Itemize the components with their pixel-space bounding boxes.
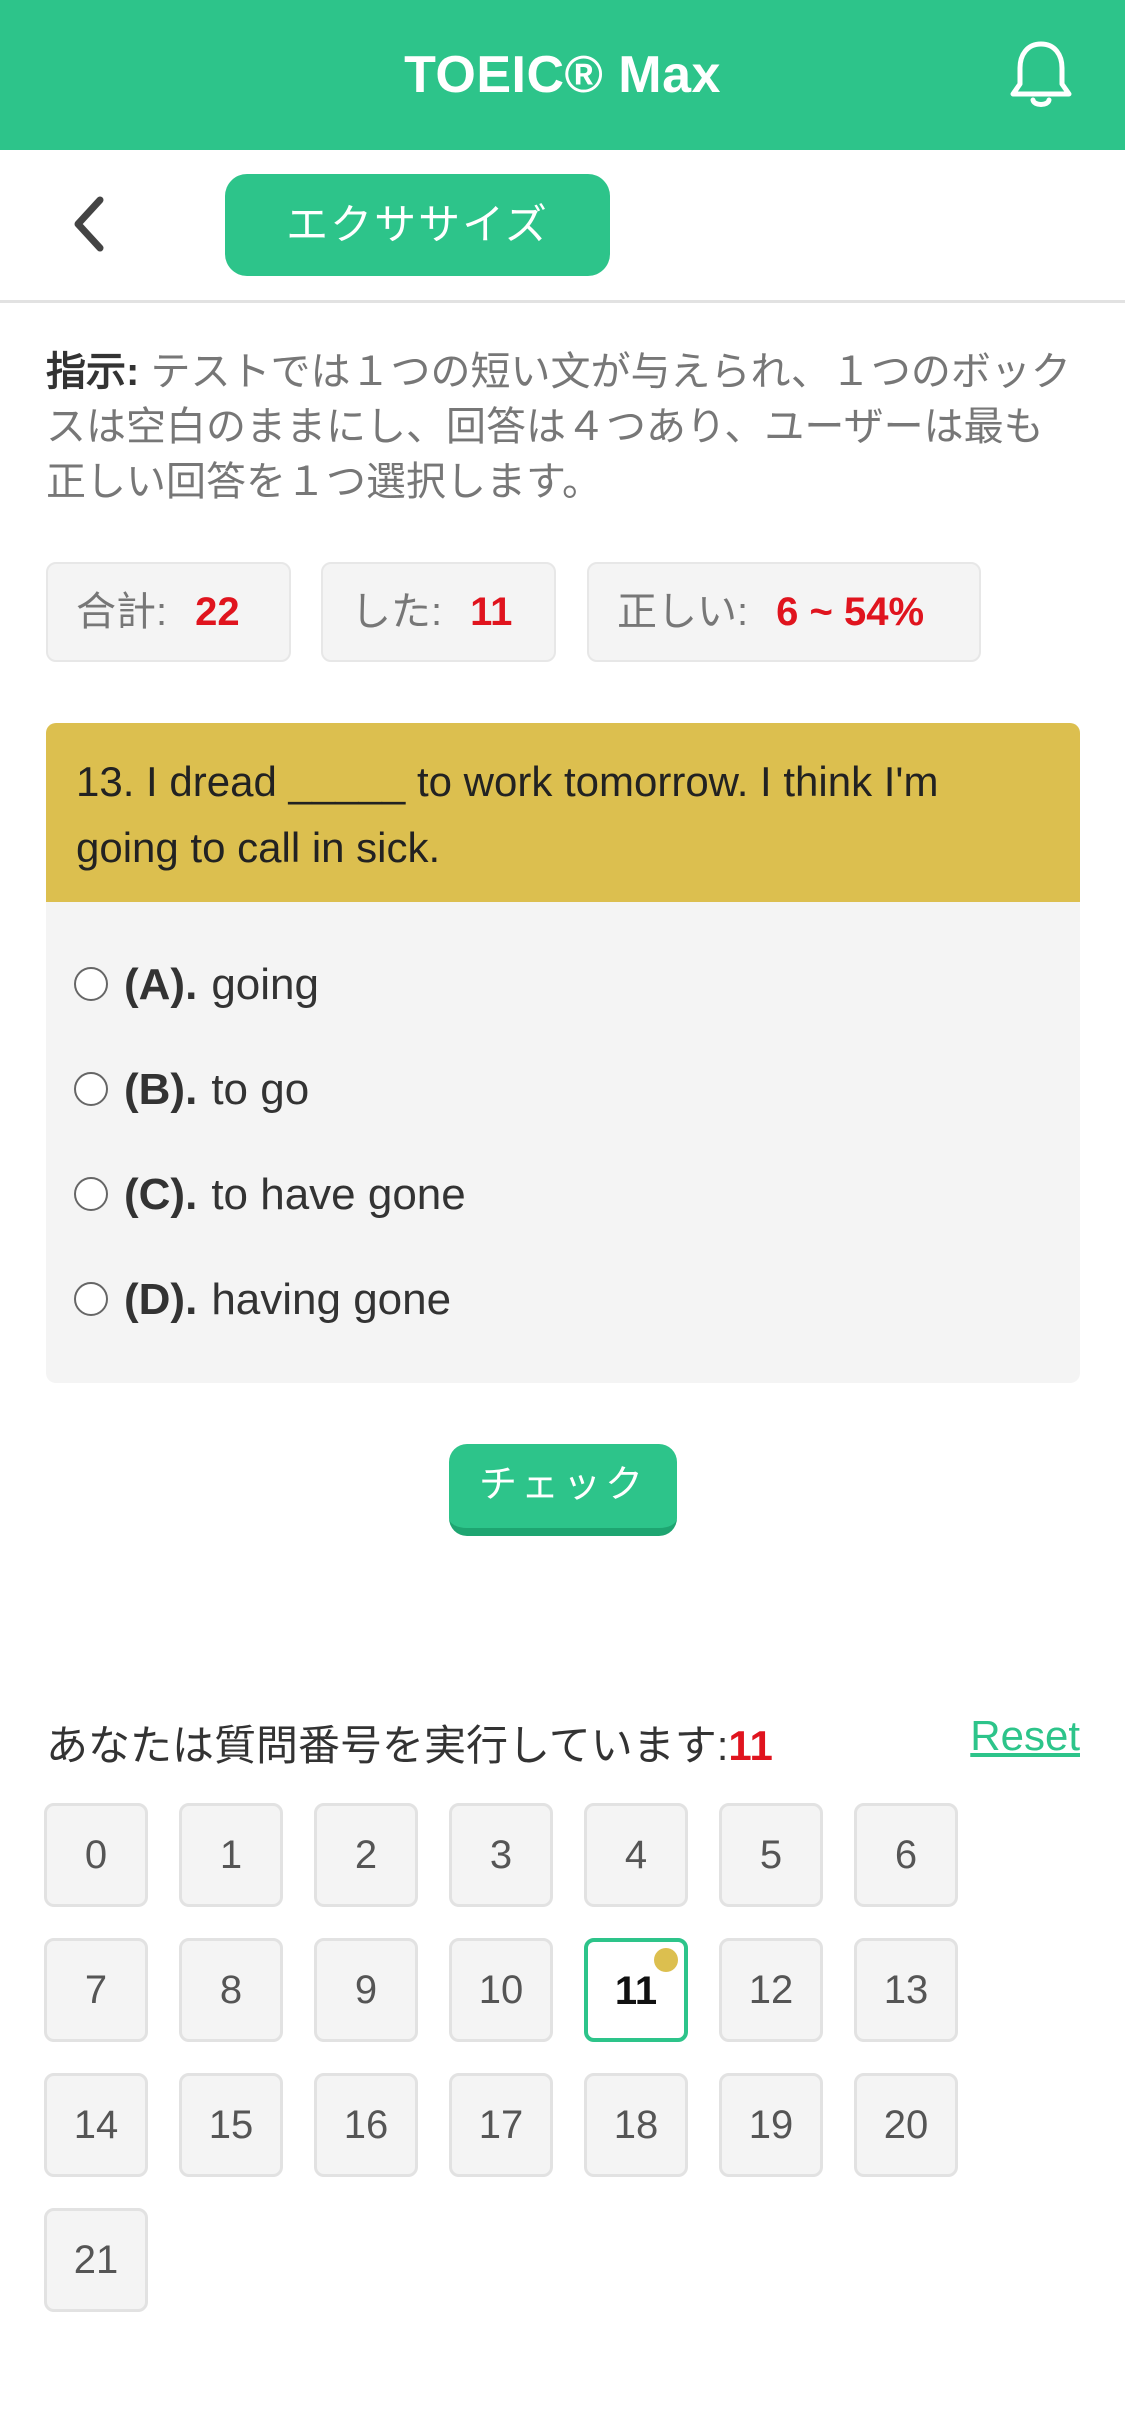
- progress-current: 11: [728, 1722, 773, 1769]
- tab-exercise[interactable]: エクササイズ: [225, 174, 610, 276]
- option-b[interactable]: (B). to go: [74, 1055, 309, 1125]
- sub-navigation: エクササイズ: [0, 150, 1125, 303]
- question-number-button[interactable]: 3: [449, 1803, 553, 1907]
- radio-button[interactable]: [74, 1282, 108, 1317]
- question-number-label: 10: [478, 1968, 524, 2012]
- question-number-button[interactable]: 19: [719, 2073, 823, 2177]
- question-number-button[interactable]: 10: [449, 1938, 553, 2042]
- option-letter: (D).: [124, 1275, 198, 1324]
- question-number-button[interactable]: 0: [44, 1803, 148, 1907]
- question-number-button[interactable]: 20: [854, 2073, 958, 2177]
- question-number-button[interactable]: 1: [179, 1803, 283, 1907]
- question-number-label: 7: [84, 1968, 108, 2012]
- question-number-label: 16: [343, 2103, 389, 2147]
- question-number-label: 13: [883, 1968, 929, 2012]
- option-c[interactable]: (C). to have gone: [74, 1160, 466, 1230]
- option-text: to go: [211, 1065, 310, 1114]
- question-number-button[interactable]: 14: [44, 2073, 148, 2177]
- question-number-label: 21: [73, 2238, 119, 2282]
- radio-button[interactable]: [74, 1072, 108, 1107]
- radio-button[interactable]: [74, 1177, 108, 1212]
- stat-total-label: 合計:: [76, 590, 168, 634]
- stat-correct-value: 6 ~ 54%: [776, 590, 925, 634]
- instructions-label: 指示:: [46, 350, 140, 394]
- option-letter: (A).: [124, 960, 198, 1009]
- question-number-label: 2: [354, 1833, 378, 1877]
- question-number-button[interactable]: 15: [179, 2073, 283, 2177]
- stat-total: 合計: 22: [46, 562, 291, 662]
- question-text: 13. I dread _____ to work tomorrow. I th…: [46, 723, 1080, 902]
- question-number-label: 11: [614, 1969, 658, 2013]
- progress-indicator: あなたは質問番号を実行しています:11: [46, 1712, 773, 1773]
- question-number-button[interactable]: 17: [449, 2073, 553, 2177]
- instructions-text: テストでは１つの短い文が与えられ、１つのボックスは空白のままにし、回答は４つあり…: [46, 350, 1071, 504]
- option-text: to have gone: [211, 1170, 466, 1219]
- question-number-label: 19: [748, 2103, 794, 2147]
- stat-done: した: 11: [321, 562, 556, 662]
- question-number-button[interactable]: 8: [179, 1938, 283, 2042]
- option-text: having gone: [211, 1275, 452, 1324]
- question-number-label: 18: [613, 2103, 659, 2147]
- question-number-button[interactable]: 7: [44, 1938, 148, 2042]
- question-number-button[interactable]: 12: [719, 1938, 823, 2042]
- question-number-button[interactable]: 6: [854, 1803, 958, 1907]
- question-number-label: 0: [84, 1833, 108, 1877]
- question-number-label: 20: [883, 2103, 929, 2147]
- radio-button[interactable]: [74, 967, 108, 1002]
- question-number-label: 17: [478, 2103, 524, 2147]
- question-number-button[interactable]: 18: [584, 2073, 688, 2177]
- question-number-button[interactable]: 16: [314, 2073, 418, 2177]
- option-a[interactable]: (A). going: [74, 950, 319, 1020]
- question-number-button[interactable]: 5: [719, 1803, 823, 1907]
- question-number-button[interactable]: 11: [584, 1938, 688, 2042]
- question-number-label: 15: [208, 2103, 254, 2147]
- option-letter: (C).: [124, 1170, 198, 1219]
- app-title: TOEIC® Max: [404, 46, 721, 104]
- check-button[interactable]: チェック: [449, 1444, 677, 1536]
- question-number-button[interactable]: 2: [314, 1803, 418, 1907]
- stat-correct-label: 正しい:: [617, 590, 749, 634]
- bell-icon[interactable]: [1007, 38, 1075, 110]
- app-header: TOEIC® Max: [0, 0, 1125, 150]
- question-number-button[interactable]: 13: [854, 1938, 958, 2042]
- question-number-button[interactable]: 4: [584, 1803, 688, 1907]
- option-text: going: [211, 960, 319, 1009]
- reset-link[interactable]: Reset: [970, 1712, 1080, 1760]
- question-number-label: 4: [624, 1833, 648, 1877]
- instructions: 指示: テストでは１つの短い文が与えられ、１つのボックスは空白のままにし、回答は…: [46, 345, 1076, 510]
- question-number-button[interactable]: 9: [314, 1938, 418, 2042]
- progress-label: あなたは質問番号を実行しています:: [46, 1722, 729, 1769]
- question-number-label: 1: [219, 1833, 243, 1877]
- option-letter: (B).: [124, 1065, 198, 1114]
- stat-total-value: 22: [195, 590, 240, 634]
- question-number-label: 3: [489, 1833, 513, 1877]
- option-d[interactable]: (D). having gone: [74, 1265, 451, 1335]
- question-number-label: 8: [219, 1968, 243, 2012]
- chevron-left-icon[interactable]: [62, 194, 122, 254]
- stat-done-label: した:: [351, 590, 443, 634]
- question-number-label: 9: [354, 1968, 378, 2012]
- question-number-label: 12: [748, 1968, 794, 2012]
- question-number-label: 14: [73, 2103, 119, 2147]
- current-marker-dot: [654, 1948, 678, 1972]
- stat-correct: 正しい: 6 ~ 54%: [587, 562, 981, 662]
- question-number-button[interactable]: 21: [44, 2208, 148, 2312]
- question-card: 13. I dread _____ to work tomorrow. I th…: [46, 723, 1080, 1383]
- stat-done-value: 11: [470, 590, 513, 634]
- question-number-label: 5: [759, 1833, 783, 1877]
- question-number-label: 6: [894, 1833, 918, 1877]
